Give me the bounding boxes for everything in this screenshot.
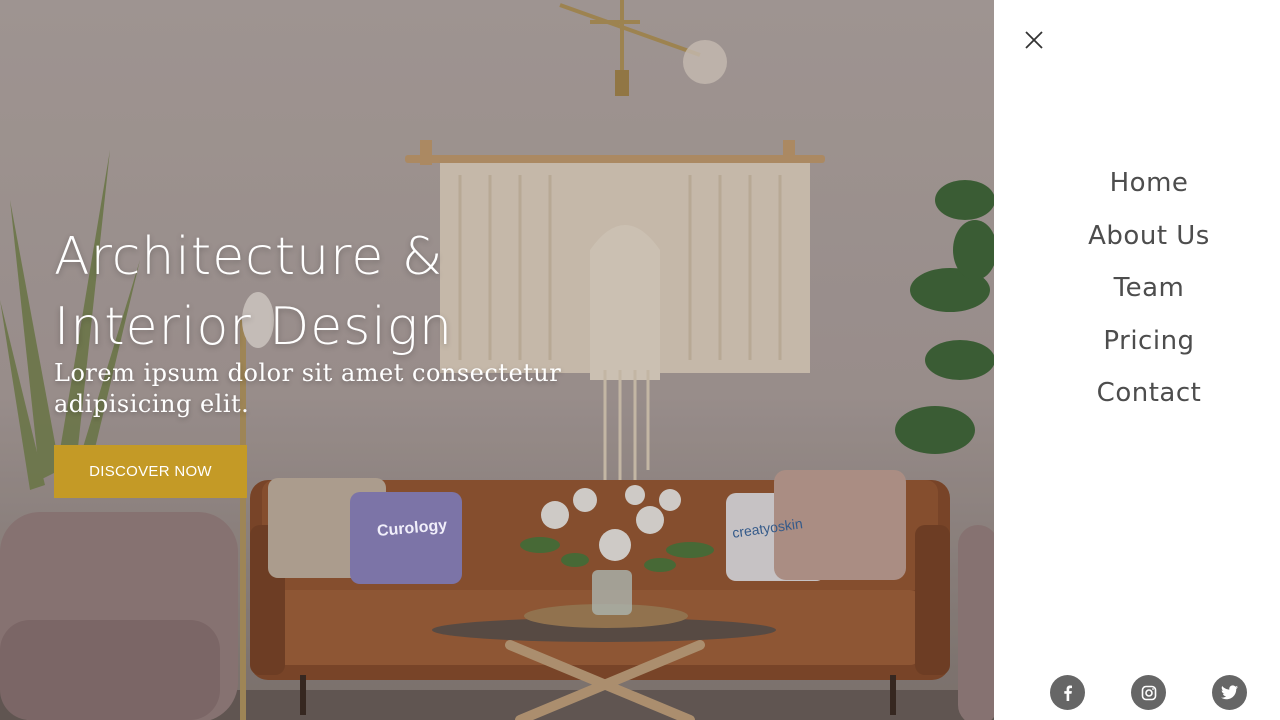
nav-link-home[interactable]: Home — [1110, 168, 1189, 198]
discover-now-button[interactable]: DISCOVER NOW — [54, 445, 247, 498]
nav-link-pricing[interactable]: Pricing — [1103, 326, 1194, 356]
pillow-left-text: Curology — [376, 516, 448, 541]
close-icon[interactable] — [1022, 28, 1046, 52]
nav-item-contact: Contact — [994, 378, 1280, 431]
nav-item-pricing: Pricing — [994, 326, 1280, 379]
twitter-icon[interactable] — [1212, 675, 1247, 710]
nav-item-about-us: About Us — [994, 221, 1280, 274]
hero-subtitle: Lorem ipsum dolor sit amet consectetur a… — [54, 359, 562, 418]
facebook-icon[interactable] — [1050, 675, 1085, 710]
nav-item-team: Team — [994, 273, 1280, 326]
hero-title-line-1: Architecture & — [54, 227, 444, 287]
nav-link-about-us[interactable]: About Us — [1088, 221, 1210, 251]
hero-section: Curology creatyoskin Architecture & Inte… — [0, 0, 994, 720]
hero-title: Architecture & Interior Design — [54, 222, 453, 362]
instagram-icon[interactable] — [1131, 675, 1166, 710]
side-menu-nav: Home About Us Team Pricing Contact — [994, 168, 1280, 431]
pillow-right-text: creatyoskin — [731, 515, 804, 541]
hero-title-line-2: Interior Design — [54, 297, 453, 357]
nav-link-contact[interactable]: Contact — [1097, 378, 1202, 408]
nav-item-home: Home — [994, 168, 1280, 221]
nav-link-team[interactable]: Team — [1114, 273, 1185, 303]
